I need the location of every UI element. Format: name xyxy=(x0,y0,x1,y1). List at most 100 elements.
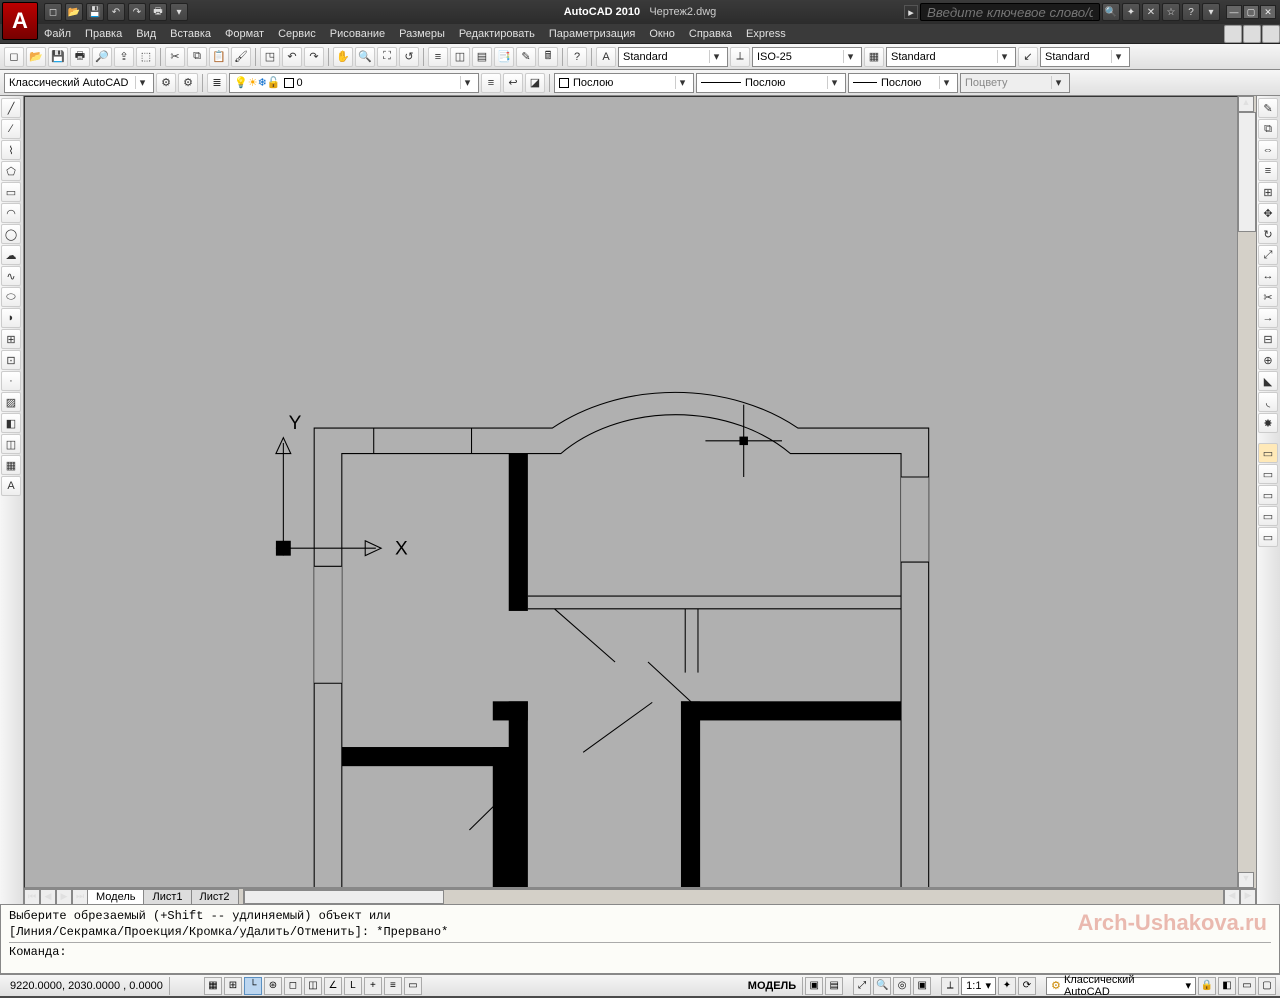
linetype-combo[interactable]: Послою▾ xyxy=(696,73,846,93)
annovis-icon[interactable]: ✦ xyxy=(998,977,1016,995)
zoom-rt-icon[interactable]: 🔍 xyxy=(355,47,375,67)
steering-wheel-icon[interactable]: ◎ xyxy=(893,977,911,995)
zoom-prev-icon[interactable]: ↺ xyxy=(399,47,419,67)
hscroll-right-icon[interactable]: ▶ xyxy=(1240,889,1256,905)
textstyle-combo[interactable]: Standard▾ xyxy=(618,47,728,67)
qat-redo-icon[interactable]: ↷ xyxy=(128,3,146,21)
osnap-toggle[interactable]: ◻ xyxy=(284,977,302,995)
doc-restore-button[interactable]: ❐ xyxy=(1243,25,1261,43)
ortho-toggle[interactable]: └ xyxy=(244,977,262,995)
textstyle-icon[interactable]: A xyxy=(596,47,616,67)
extend-icon[interactable]: → xyxy=(1258,308,1278,328)
insert-icon[interactable]: ⊞ xyxy=(1,329,21,349)
menu-window[interactable]: Окно xyxy=(649,28,675,40)
matchprop-icon[interactable]: 🖌 xyxy=(231,47,251,67)
qat-print-icon[interactable]: 🖶 xyxy=(149,3,167,21)
vertical-scrollbar[interactable]: ▲ ▼ xyxy=(1238,96,1256,888)
ducs-toggle[interactable]: L xyxy=(344,977,362,995)
annoscale-combo[interactable]: 1:1▾ xyxy=(961,977,996,995)
designcenter-icon[interactable]: ◫ xyxy=(450,47,470,67)
quickview-drawings-icon[interactable]: ▤ xyxy=(825,977,843,995)
coords-readout[interactable]: 9220.0000, 2030.0000 , 0.0000 xyxy=(4,977,170,995)
markup-icon[interactable]: ✎ xyxy=(516,47,536,67)
menu-dimension[interactable]: Размеры xyxy=(399,28,445,40)
tab-nav-first-icon[interactable]: ⏮ xyxy=(24,889,40,905)
ellipse-icon[interactable]: ⬭ xyxy=(1,287,21,307)
trim-icon[interactable]: ✂ xyxy=(1258,287,1278,307)
doc-close-button[interactable]: ✕ xyxy=(1262,25,1280,43)
copy-icon[interactable]: ⧉ xyxy=(187,47,207,67)
cut-icon[interactable]: ✂ xyxy=(165,47,185,67)
layer-prev-icon[interactable]: ↩ xyxy=(503,73,523,93)
menu-view[interactable]: Вид xyxy=(136,28,156,40)
break-icon[interactable]: ⊟ xyxy=(1258,329,1278,349)
horizontal-scrollbar[interactable] xyxy=(243,889,1224,905)
infocenter-exchange-icon[interactable]: ✕ xyxy=(1142,3,1160,21)
dyn-toggle[interactable]: + xyxy=(364,977,382,995)
gradient-icon[interactable]: ◧ xyxy=(1,413,21,433)
search-toggle-icon[interactable]: ▸ xyxy=(904,5,918,19)
hardware-accel-icon[interactable]: ◧ xyxy=(1218,977,1236,995)
clean-screen-icon[interactable]: ▢ xyxy=(1258,977,1276,995)
open-icon[interactable]: 📂 xyxy=(26,47,46,67)
pan-icon[interactable]: ✋ xyxy=(333,47,353,67)
tab-nav-last-icon[interactable]: ⏭ xyxy=(72,889,88,905)
dimstyle-combo[interactable]: ISO-25▾ xyxy=(752,47,862,67)
ellipsearc-icon[interactable]: ◗ xyxy=(1,308,21,328)
xline-icon[interactable]: ∕ xyxy=(1,119,21,139)
preview-icon[interactable]: 🔎 xyxy=(92,47,112,67)
layer-iso-icon[interactable]: ◪ xyxy=(525,73,545,93)
zoom-status-icon[interactable]: 🔍 xyxy=(873,977,891,995)
qat-save-icon[interactable]: 💾 xyxy=(86,3,104,21)
sheetset-icon[interactable]: 📑 xyxy=(494,47,514,67)
zoom-win-icon[interactable]: ⛶ xyxy=(377,47,397,67)
close-button[interactable]: ✕ xyxy=(1260,5,1276,19)
infocenter-search-icon[interactable]: 🔍 xyxy=(1102,3,1120,21)
menu-edit[interactable]: Правка xyxy=(85,28,122,40)
polar-toggle[interactable]: ⊛ xyxy=(264,977,282,995)
app-logo[interactable]: A xyxy=(2,2,38,40)
menu-file[interactable]: Файл xyxy=(44,28,71,40)
command-window[interactable]: Arch-Ushakova.ru Выберите обрезаемый (+S… xyxy=(0,904,1280,974)
copy2-icon[interactable]: ⧉ xyxy=(1258,119,1278,139)
offset-icon[interactable]: ≡ xyxy=(1258,161,1278,181)
toolpalettes-icon[interactable]: ▤ xyxy=(472,47,492,67)
annoscale-icon[interactable]: ⟂ xyxy=(941,977,959,995)
rectangle-icon[interactable]: ▭ xyxy=(1,182,21,202)
menu-insert[interactable]: Вставка xyxy=(170,28,211,40)
qat-new-icon[interactable]: ◻ xyxy=(44,3,62,21)
spline-icon[interactable]: ∿ xyxy=(1,266,21,286)
qat-undo-icon[interactable]: ↶ xyxy=(107,3,125,21)
workspace-combo[interactable]: Классический AutoCAD▾ xyxy=(4,73,154,93)
infocenter-subscribe-icon[interactable]: ✦ xyxy=(1122,3,1140,21)
mirror-icon[interactable]: ⇔ xyxy=(1258,140,1278,160)
blockeditor-icon[interactable]: ◳ xyxy=(260,47,280,67)
minimize-button[interactable]: — xyxy=(1226,5,1242,19)
qat-dropdown-icon[interactable]: ▾ xyxy=(170,3,188,21)
polygon-icon[interactable]: ⬠ xyxy=(1,161,21,181)
menu-parametric[interactable]: Параметризация xyxy=(549,28,635,40)
plot-icon[interactable]: 🖶 xyxy=(70,47,90,67)
lwt-toggle[interactable]: ≡ xyxy=(384,977,402,995)
layer-combo[interactable]: 💡☀❄🔓 0▾ xyxy=(229,73,479,93)
menu-format[interactable]: Формат xyxy=(225,28,264,40)
layer-states-icon[interactable]: ≡ xyxy=(481,73,501,93)
stretch-icon[interactable]: ↔ xyxy=(1258,266,1278,286)
draworder-above-icon[interactable]: ▭ xyxy=(1258,485,1278,505)
tab-layout2[interactable]: Лист2 xyxy=(191,889,239,904)
fillet-icon[interactable]: ◟ xyxy=(1258,392,1278,412)
doc-minimize-button[interactable]: — xyxy=(1224,25,1242,43)
pline-icon[interactable]: ⌇ xyxy=(1,140,21,160)
lineweight-combo[interactable]: Послою▾ xyxy=(848,73,958,93)
qp-toggle[interactable]: ▭ xyxy=(404,977,422,995)
3dosnap-toggle[interactable]: ◫ xyxy=(304,977,322,995)
redo2-icon[interactable]: ↷ xyxy=(304,47,324,67)
maximize-button[interactable]: ▢ xyxy=(1243,5,1259,19)
workspace-switch-combo[interactable]: ⚙ Классический AutoCAD▾ xyxy=(1046,977,1196,995)
revcloud-icon[interactable]: ☁ xyxy=(1,245,21,265)
properties-icon[interactable]: ≡ xyxy=(428,47,448,67)
circle-icon[interactable]: ◯ xyxy=(1,224,21,244)
otrack-toggle[interactable]: ∠ xyxy=(324,977,342,995)
search-input[interactable] xyxy=(920,3,1100,21)
makeblock-icon[interactable]: ⊡ xyxy=(1,350,21,370)
